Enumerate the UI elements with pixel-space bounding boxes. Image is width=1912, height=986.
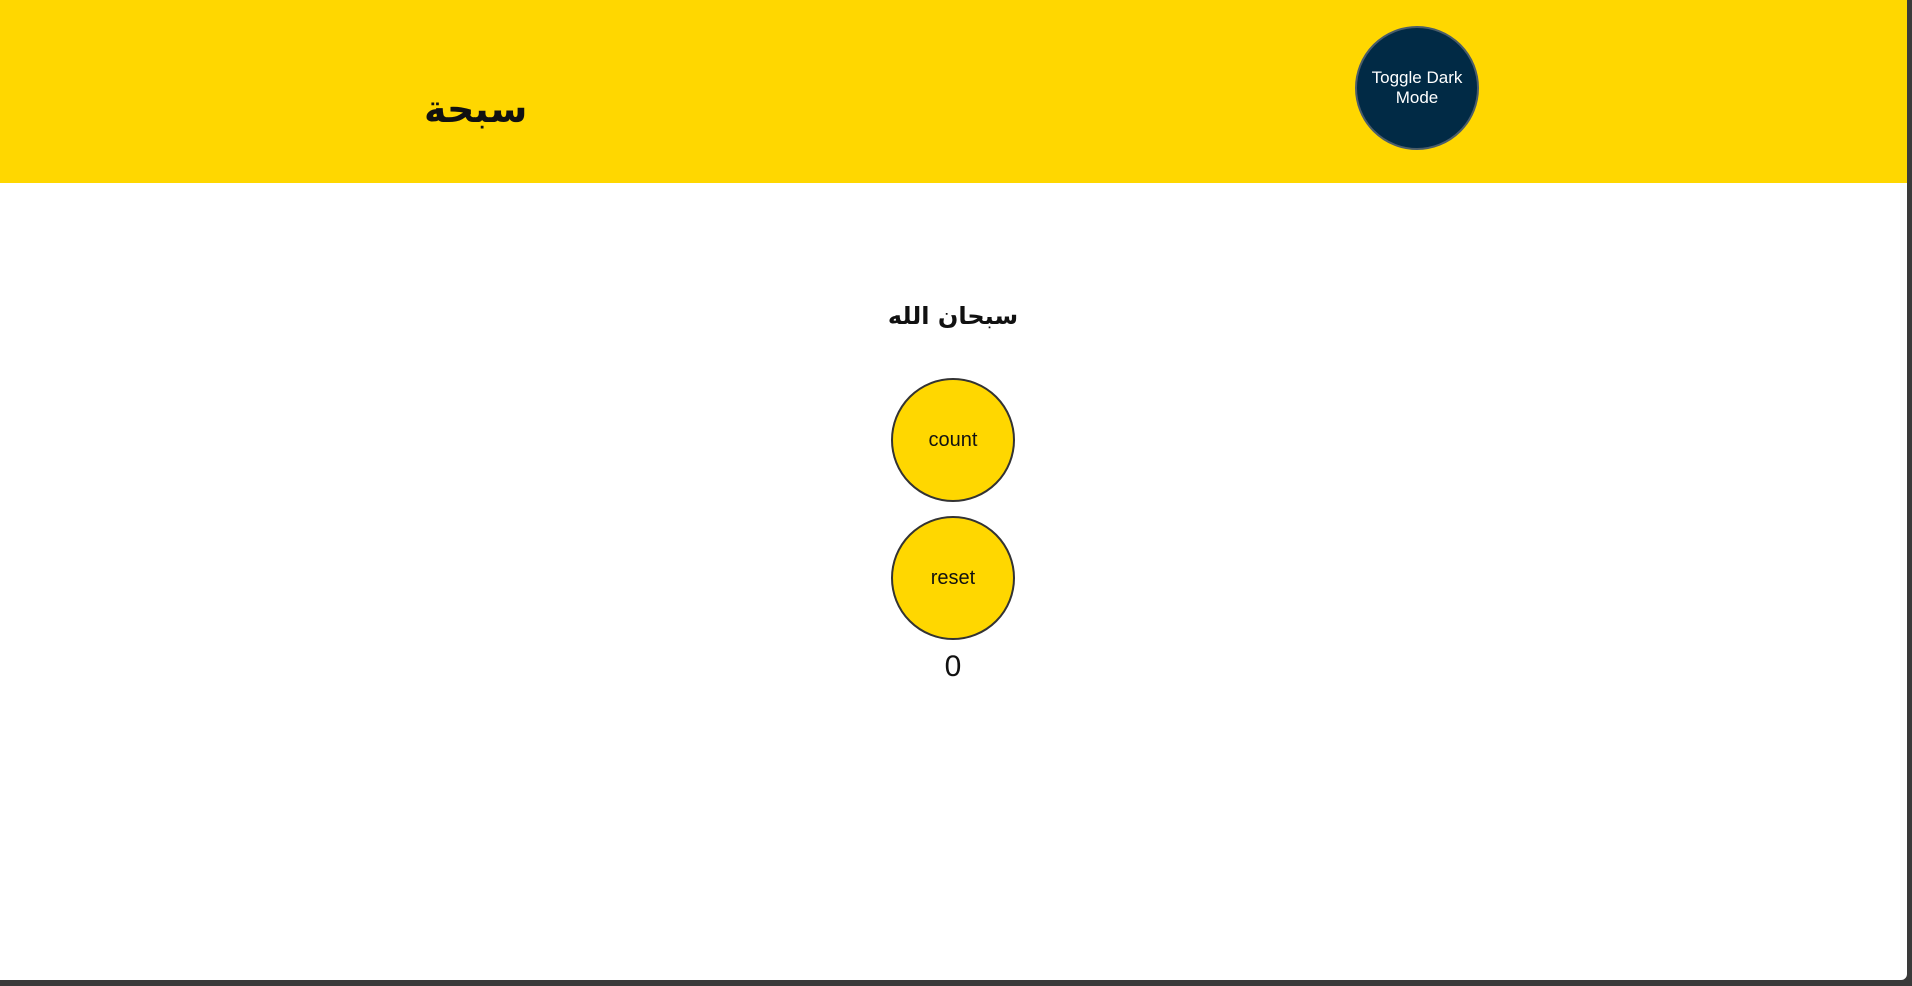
counter-panel: سبحان الله count reset 0	[0, 183, 1907, 980]
toggle-dark-mode-button[interactable]: Toggle Dark Mode	[1355, 26, 1479, 150]
browser-viewport: سبحة Toggle Dark Mode سبحان الله count r…	[0, 0, 1912, 986]
tasbih-page: سبحة Toggle Dark Mode سبحان الله count r…	[0, 0, 1907, 980]
site-title: سبحة	[424, 87, 528, 132]
counter-value: 0	[944, 650, 962, 683]
count-button[interactable]: count	[891, 378, 1015, 502]
reset-button[interactable]: reset	[891, 516, 1015, 640]
dhikr-text: سبحان الله	[887, 302, 1019, 330]
header-bar: سبحة Toggle Dark Mode	[0, 0, 1907, 183]
